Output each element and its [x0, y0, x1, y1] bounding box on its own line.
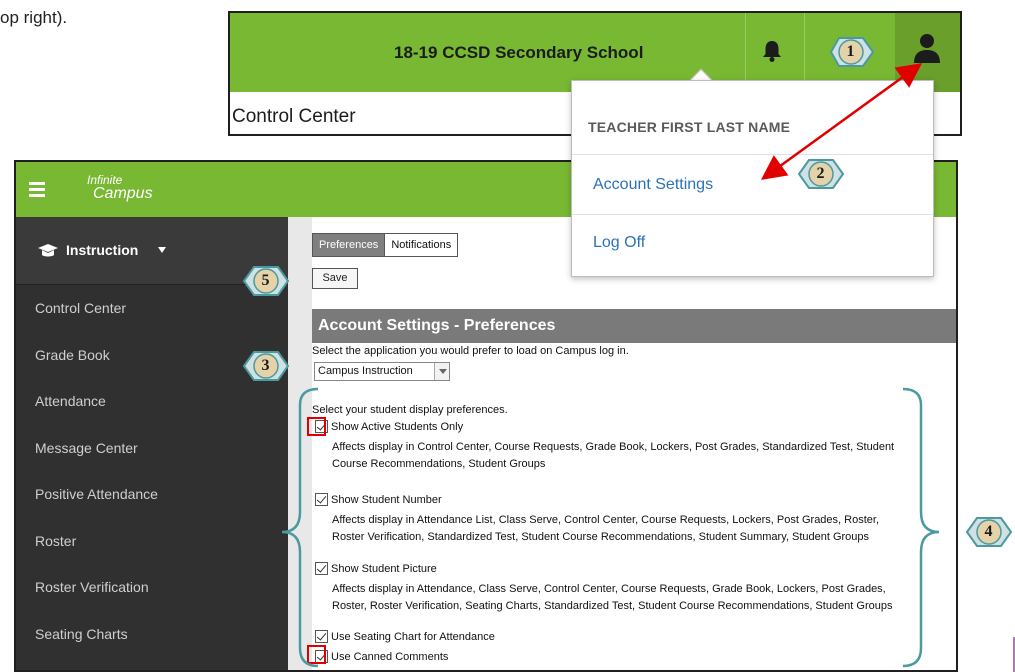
- section-title: Account Settings - Preferences: [312, 309, 956, 343]
- badge-number: 1: [846, 43, 855, 60]
- user-icon: [914, 34, 940, 63]
- option-seating-chart-attendance: Use Seating Chart for Attendance: [315, 630, 495, 643]
- tab-notifications[interactable]: Notifications: [385, 233, 459, 257]
- account-settings-link[interactable]: Account Settings: [593, 176, 713, 194]
- checkbox[interactable]: [315, 562, 328, 575]
- option-show-student-picture: Show Student Picture Affects display in …: [315, 562, 912, 615]
- option-description: Affects display in Attendance List, Clas…: [332, 514, 880, 543]
- application-select[interactable]: Campus Instruction: [314, 362, 450, 381]
- step-badge-5: 5: [242, 263, 290, 299]
- badge-number: 2: [816, 165, 825, 182]
- graduation-cap-icon: [38, 244, 58, 257]
- menu-divider: [572, 154, 933, 155]
- main-content: Preferences Notifications Save Account S…: [288, 217, 956, 670]
- highlight-box-canned-comments: [307, 645, 326, 664]
- sidebar-item-message-center[interactable]: Message Center: [16, 425, 288, 472]
- highlight-box-active-students: [307, 417, 326, 436]
- caret-down-icon: [158, 247, 166, 253]
- bell-icon: [763, 41, 781, 62]
- badge-number: 5: [261, 272, 270, 289]
- step-badge-2: 2: [797, 156, 845, 192]
- checkbox[interactable]: [315, 630, 328, 643]
- option-use-canned-comments: Use Canned Comments: [315, 650, 448, 663]
- menu-divider: [572, 214, 933, 215]
- step-badge-3: 3: [242, 348, 290, 384]
- sidebar-item-roster-verification[interactable]: Roster Verification: [16, 564, 288, 611]
- infinite-campus-logo: Infinite Campus: [87, 173, 153, 202]
- tab-bar: Preferences Notifications: [312, 233, 459, 257]
- tab-preferences[interactable]: Preferences: [312, 233, 386, 257]
- option-label: Use Seating Chart for Attendance: [331, 630, 495, 643]
- document-text-fragment: op right).: [0, 8, 68, 27]
- option-description: Affects display in Control Center, Cours…: [332, 441, 895, 470]
- sidebar-item-seating-charts[interactable]: Seating Charts: [16, 611, 288, 658]
- option-label: Show Student Number: [331, 493, 442, 506]
- checkbox[interactable]: [315, 493, 328, 506]
- user-name: TEACHER FIRST LAST NAME: [588, 119, 791, 135]
- sidebar-item-roster[interactable]: Roster: [16, 518, 288, 565]
- option-description: Affects display in Attendance, Class Ser…: [332, 583, 893, 612]
- sidebar-item-positive-attendance[interactable]: Positive Attendance: [16, 471, 288, 518]
- logo-line2: Campus: [93, 185, 153, 202]
- hamburger-menu-icon[interactable]: [29, 182, 45, 200]
- save-button[interactable]: Save: [312, 268, 358, 289]
- module-label: Instruction: [66, 242, 139, 258]
- school-name[interactable]: 18-19 CCSD Secondary School: [394, 43, 643, 63]
- step-badge-4: 4: [965, 514, 1013, 550]
- page-title: Control Center: [232, 106, 356, 127]
- app-prompt: Select the application you would prefer …: [312, 345, 629, 357]
- sidebar-item-attendance[interactable]: Attendance: [16, 378, 288, 425]
- option-label: Show Student Picture: [331, 562, 437, 575]
- dropdown-arrow-icon[interactable]: [434, 363, 449, 380]
- application-select-value: Campus Instruction: [318, 365, 413, 377]
- user-dropdown-menu: TEACHER FIRST LAST NAME Account Settings…: [571, 80, 934, 277]
- badge-number: 3: [261, 357, 270, 374]
- display-prompt: Select your student display preferences.: [312, 404, 508, 416]
- option-show-active-students: Show Active Students Only Affects displa…: [315, 420, 912, 473]
- option-label: Show Active Students Only: [331, 420, 464, 433]
- option-label: Use Canned Comments: [331, 650, 449, 663]
- option-show-student-number: Show Student Number Affects display in A…: [315, 493, 912, 546]
- badge-number: 4: [984, 523, 993, 540]
- step-badge-1: 1: [827, 34, 875, 70]
- log-off-link[interactable]: Log Off: [593, 234, 645, 252]
